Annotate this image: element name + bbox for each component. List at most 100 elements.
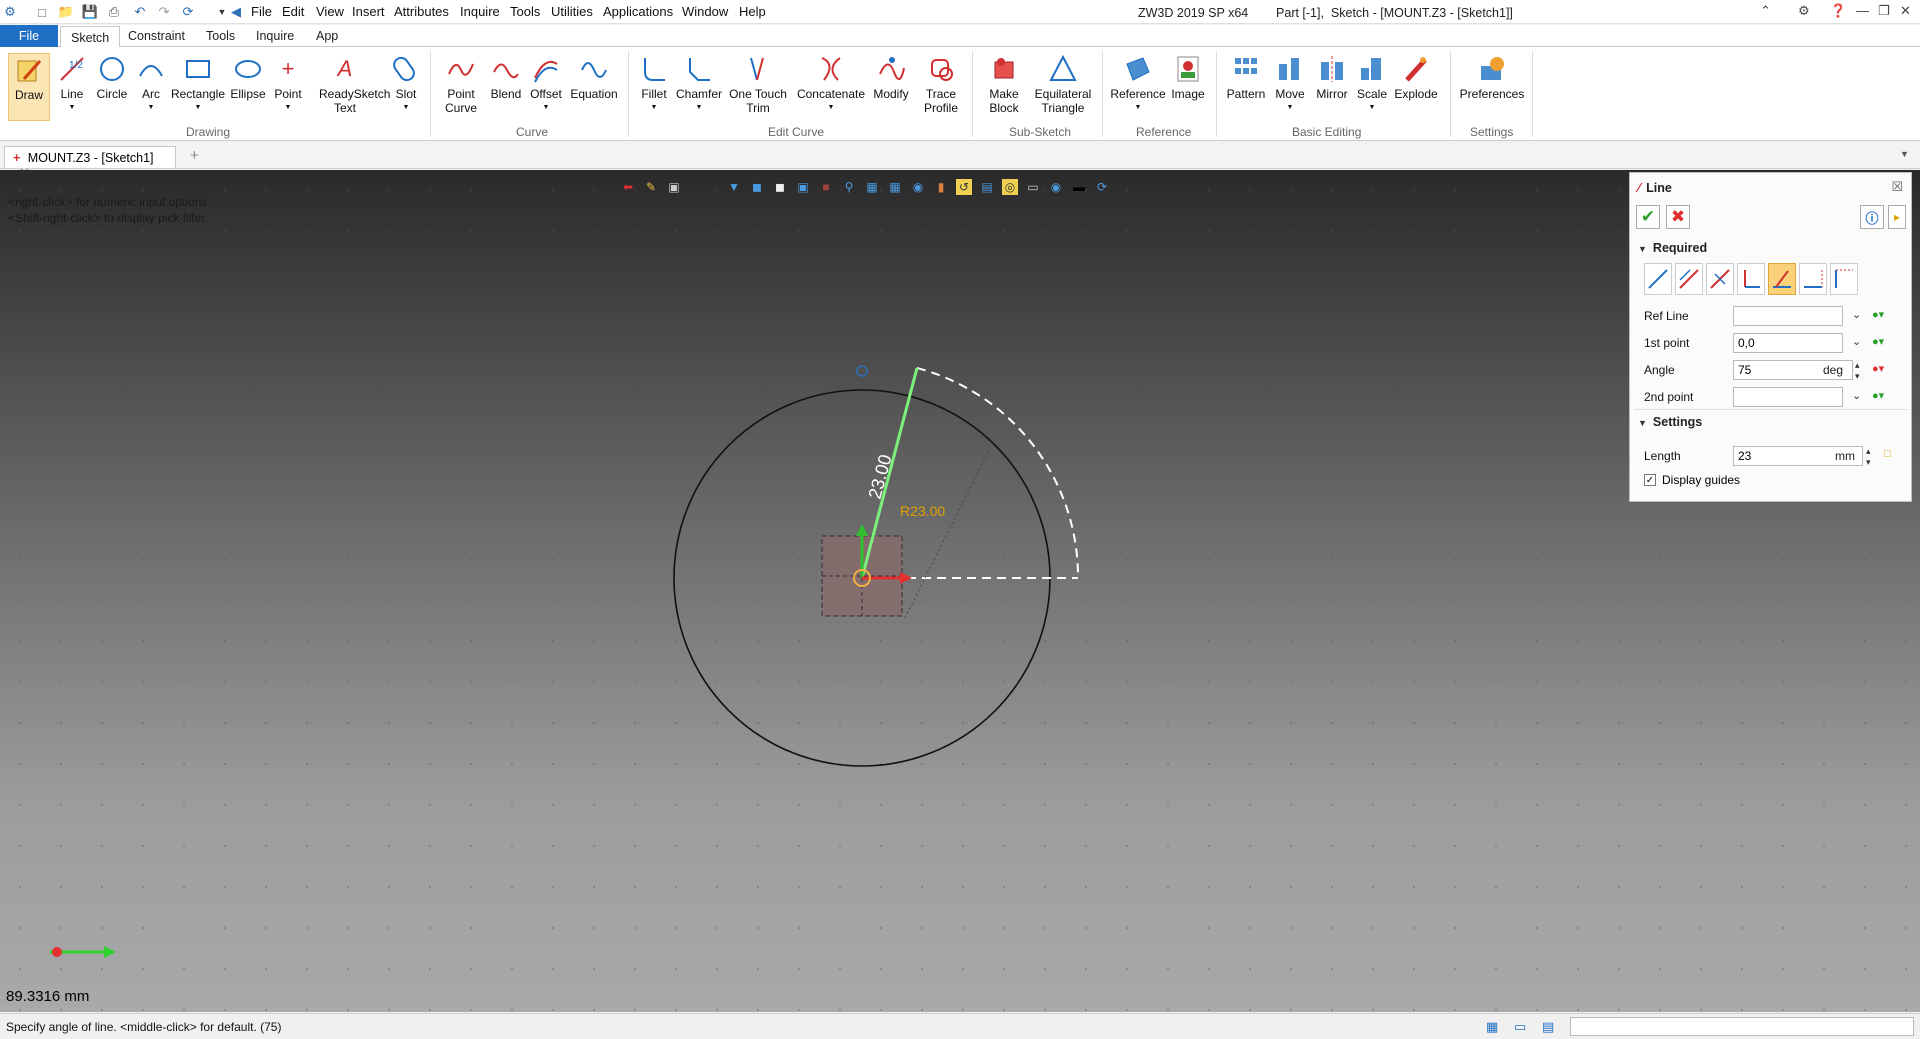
fillet-button[interactable]: Fillet ▼ xyxy=(636,53,672,115)
ref-line-input[interactable] xyxy=(1733,306,1843,326)
cancel-button[interactable]: ✖ xyxy=(1666,205,1690,229)
equation-button[interactable]: Equation xyxy=(570,53,618,101)
spinner-icon[interactable]: ▴ ▾ xyxy=(1855,360,1869,381)
open-folder-icon[interactable]: 📁 xyxy=(58,4,74,20)
collapse-ribbon-icon[interactable]: ⌃ xyxy=(1760,3,1771,19)
pick-filter-icon[interactable]: ●▾ xyxy=(1872,335,1892,351)
menu-help[interactable]: Help xyxy=(739,4,766,19)
undo-icon[interactable]: ↶ xyxy=(132,4,148,20)
back-icon[interactable]: ◀ xyxy=(228,4,244,20)
menu-utilities[interactable]: Utilities xyxy=(551,4,593,19)
point-button[interactable]: + Point ▼ xyxy=(272,53,304,115)
help-icon[interactable]: ❓ xyxy=(1830,3,1846,19)
radius-dimension[interactable]: R23.00 xyxy=(900,503,945,519)
regen-icon[interactable]: ⟳ xyxy=(180,4,196,20)
panel-icon[interactable]: ▤ xyxy=(1542,1019,1554,1035)
menu-attributes[interactable]: Attributes xyxy=(394,4,449,19)
trace-profile-button[interactable]: Trace Profile xyxy=(918,53,964,115)
menu-view[interactable]: View xyxy=(316,4,344,19)
display-guides-checkbox[interactable]: ✓ Display guides xyxy=(1644,473,1740,487)
mode-vertical-icon[interactable] xyxy=(1830,263,1858,295)
mode-two-point-icon[interactable] xyxy=(1644,263,1672,295)
pick-filter-icon[interactable]: ●▾ xyxy=(1872,362,1892,378)
menu-file[interactable]: File xyxy=(251,4,272,19)
line-button[interactable]: 1/2 Line ▼ xyxy=(54,53,90,115)
tab-tools[interactable]: Tools xyxy=(196,25,245,47)
mode-angle-icon[interactable] xyxy=(1768,263,1796,295)
arc-button[interactable]: Arc ▼ xyxy=(136,53,166,115)
close-icon[interactable]: ✕ xyxy=(1900,3,1911,19)
mode-parallel-icon[interactable] xyxy=(1675,263,1703,295)
one-touch-trim-button[interactable]: One Touch Trim xyxy=(728,53,788,115)
first-point-input[interactable] xyxy=(1733,333,1843,353)
new-tab-icon[interactable]: + xyxy=(190,147,199,164)
circle-button[interactable]: Circle xyxy=(94,53,130,101)
mode-perpendicular-icon[interactable] xyxy=(1737,263,1765,295)
pick-filter-icon[interactable]: ●▾ xyxy=(1872,308,1892,324)
concatenate-button[interactable]: Concatenate ▼ xyxy=(796,53,866,115)
pattern-button[interactable]: Pattern xyxy=(1224,53,1268,101)
checkbox-check-icon[interactable]: ✓ xyxy=(1644,474,1656,486)
move-button[interactable]: Move ▼ xyxy=(1272,53,1308,115)
settings-section-header[interactable]: Settings xyxy=(1638,415,1702,429)
ellipse-button[interactable]: Ellipse xyxy=(228,53,268,101)
menu-inquire[interactable]: Inquire xyxy=(460,4,500,19)
settings-gear-icon[interactable]: ⚙ xyxy=(1798,3,1810,19)
restore-icon[interactable]: ❐ xyxy=(1878,3,1890,19)
tab-app[interactable]: App xyxy=(306,25,348,47)
reference-button[interactable]: Reference ▼ xyxy=(1108,53,1168,115)
menu-window[interactable]: Window xyxy=(682,4,728,19)
tab-list-chevron-icon[interactable]: ▼ xyxy=(1900,149,1909,159)
equilateral-triangle-button[interactable]: Equilateral Triangle xyxy=(1032,53,1094,115)
chevron-down-icon[interactable]: ⌄ xyxy=(1852,389,1866,403)
redo-icon[interactable]: ↷ xyxy=(156,4,172,20)
length-dimension[interactable]: 23.00 xyxy=(865,452,896,501)
point-curve-button[interactable]: Point Curve xyxy=(440,53,482,115)
new-file-icon[interactable]: □ xyxy=(34,4,50,20)
menu-tools[interactable]: Tools xyxy=(510,4,540,19)
monitor-icon[interactable]: ▭ xyxy=(1514,1019,1526,1035)
ok-button[interactable]: ✔ xyxy=(1636,205,1660,229)
export-icon[interactable]: ▸ xyxy=(1888,205,1906,229)
tab-file[interactable]: File xyxy=(0,25,58,47)
second-point-input[interactable] xyxy=(1733,387,1843,407)
pick-filter-icon[interactable]: ●▾ xyxy=(1872,389,1892,405)
draw-button[interactable]: Draw xyxy=(8,53,50,121)
blend-button[interactable]: Blend xyxy=(488,53,524,101)
tab-sketch[interactable]: Sketch xyxy=(60,26,121,48)
doc-tab-mount[interactable]: + MOUNT.Z3 - [Sketch1] ✕ xyxy=(4,146,176,180)
lock-icon[interactable]: □ xyxy=(1884,448,1904,464)
chevron-down-icon[interactable]: ⌄ xyxy=(1852,335,1866,349)
rectangle-button[interactable]: Rectangle ▼ xyxy=(170,53,226,115)
layout-icon[interactable]: ▦ xyxy=(1486,1019,1498,1035)
minimize-icon[interactable]: — xyxy=(1856,3,1869,18)
menu-applications[interactable]: Applications xyxy=(603,4,673,19)
chevron-down-icon[interactable]: ⌄ xyxy=(1852,308,1866,322)
required-section-header[interactable]: Required xyxy=(1638,241,1707,255)
preferences-button[interactable]: Preferences xyxy=(1458,53,1526,101)
tab-inquire[interactable]: Inquire xyxy=(246,25,304,47)
slot-button[interactable]: Slot ▼ xyxy=(388,53,424,115)
readysketch-text-button[interactable]: A ReadySketch Text xyxy=(310,53,390,116)
info-icon[interactable]: ⓘ xyxy=(1860,205,1884,229)
save-icon[interactable]: 💾 xyxy=(82,4,98,20)
spinner-icon[interactable]: ▴ ▾ xyxy=(1866,446,1880,467)
mirror-button[interactable]: Mirror xyxy=(1312,53,1352,101)
menu-insert[interactable]: Insert xyxy=(352,4,385,19)
print-icon[interactable]: ⎙ xyxy=(106,4,122,20)
image-button[interactable]: Image xyxy=(1170,53,1206,101)
mode-horizontal-icon[interactable] xyxy=(1799,263,1827,295)
make-block-button[interactable]: Make Block xyxy=(980,53,1028,115)
tab-constraint[interactable]: Constraint xyxy=(118,25,195,47)
offset-button[interactable]: Offset ▼ xyxy=(528,53,564,115)
scale-button[interactable]: Scale ▼ xyxy=(1354,53,1390,115)
explode-button[interactable]: Explode xyxy=(1394,53,1438,101)
panel-close-icon[interactable]: ☒ xyxy=(1891,179,1903,195)
explode-icon xyxy=(1400,53,1432,85)
chamfer-button[interactable]: Chamfer ▼ xyxy=(676,53,722,115)
modify-button[interactable]: Modify xyxy=(870,53,912,101)
menu-edit[interactable]: Edit xyxy=(282,4,304,19)
mode-bisector-icon[interactable] xyxy=(1706,263,1734,295)
app-logo-icon[interactable]: ⚙ xyxy=(2,4,18,20)
command-input[interactable] xyxy=(1570,1017,1914,1036)
